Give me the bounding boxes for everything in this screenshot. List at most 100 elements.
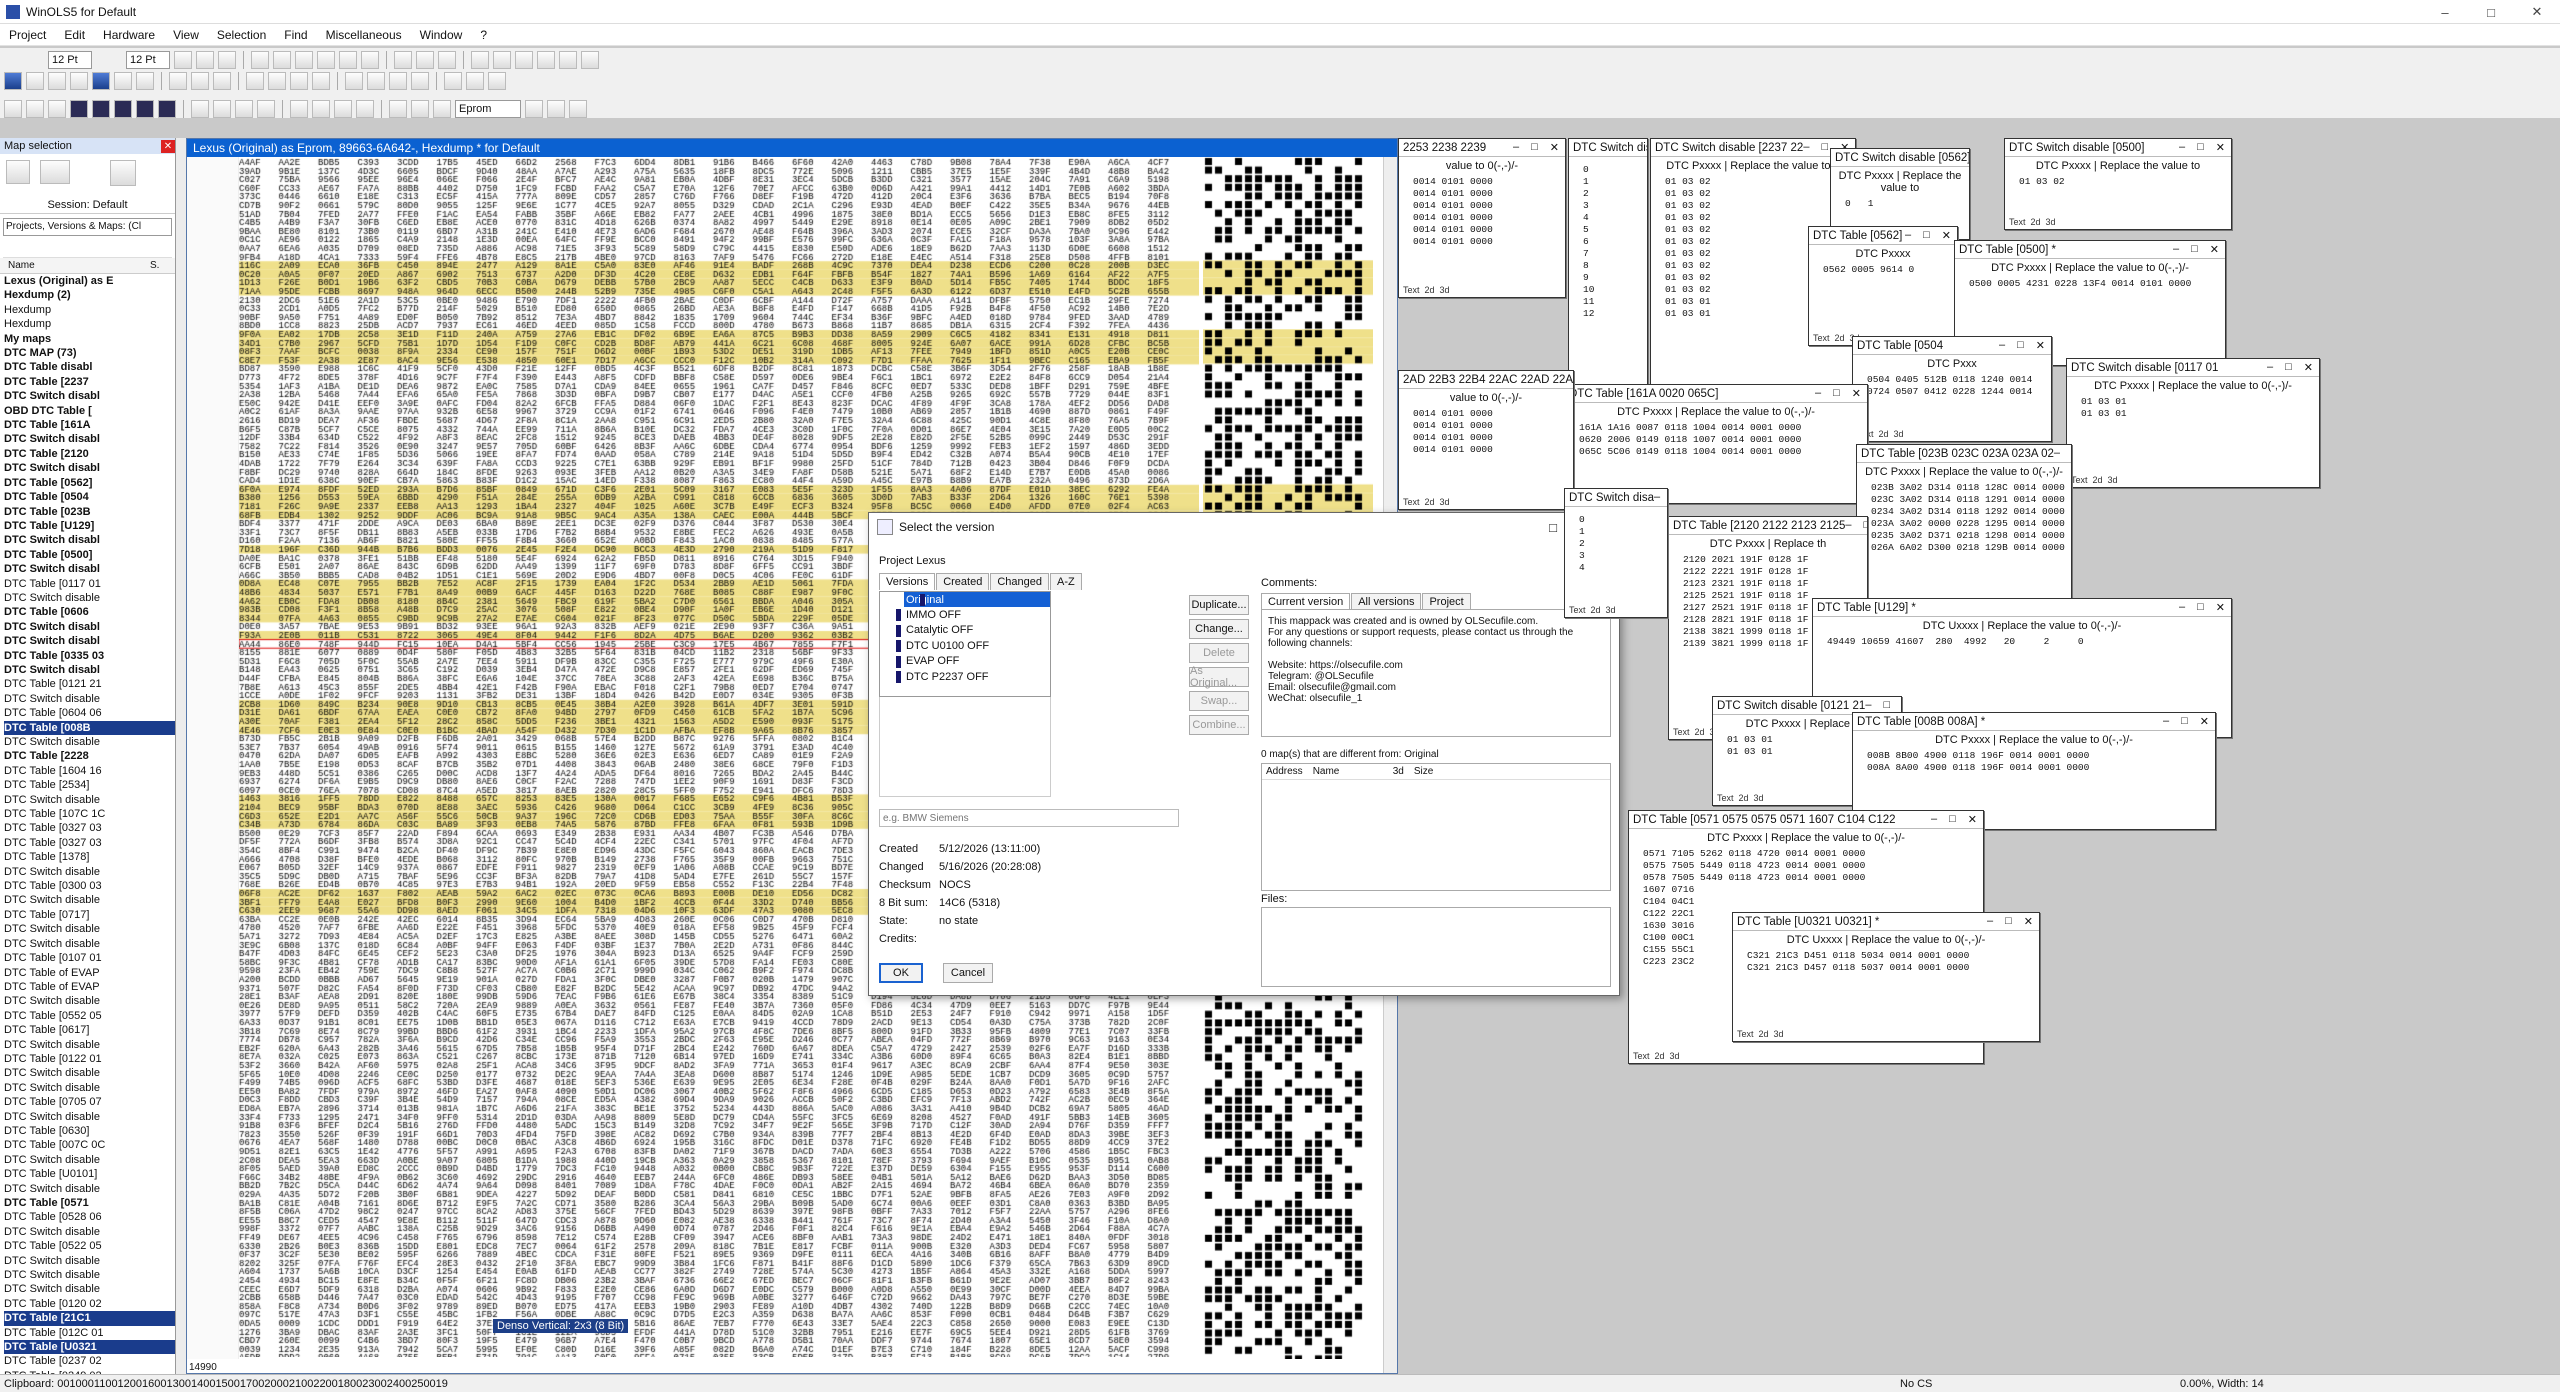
toolbar-button[interactable] xyxy=(136,72,154,90)
maximize-icon[interactable]: □ xyxy=(2468,0,2514,24)
toolbar-button[interactable] xyxy=(92,72,110,90)
toolbar-button[interactable] xyxy=(4,100,22,118)
toolbar-button[interactable] xyxy=(268,72,286,90)
dtc-row[interactable]: 0014 0101 0000 xyxy=(1413,188,1565,200)
version-item[interactable]: DTC P2237 OFF xyxy=(880,669,1050,685)
minimize-icon[interactable]: – xyxy=(2422,0,2468,24)
dtc-row[interactable]: 1607 0716 xyxy=(1643,884,1983,896)
dtc-row[interactable]: 9 xyxy=(1583,272,1647,284)
tree-item[interactable]: OBD DTC Table [ xyxy=(4,404,175,418)
eprom-select[interactable]: Eprom xyxy=(455,100,521,118)
dtc-row[interactable]: 01 03 01 xyxy=(2081,396,2319,408)
tree-item[interactable]: DTC Table [0122 01 xyxy=(4,1052,175,1066)
tree-item[interactable]: DTC Table [U0321 xyxy=(4,1340,175,1355)
menu-miscellaneous[interactable]: Miscellaneous xyxy=(317,28,411,42)
first-icon[interactable] xyxy=(70,100,88,118)
search-input[interactable] xyxy=(879,809,1179,827)
maximize-icon[interactable]: □ xyxy=(1833,387,1840,400)
tree-item[interactable]: DTC Table [0117 01 xyxy=(4,577,175,591)
font-size-select-1[interactable]: 12 Pt xyxy=(48,51,92,69)
dtc-window-titlebar[interactable]: DTC Switch disa–□✕ xyxy=(1565,489,1667,507)
minimize-icon[interactable]: – xyxy=(2179,601,2185,614)
toolbar-button[interactable] xyxy=(317,51,335,69)
ok-button[interactable]: OK xyxy=(879,963,923,983)
toolbar-button[interactable] xyxy=(70,72,88,90)
toolbar-button[interactable] xyxy=(389,100,407,118)
duplicate-button[interactable]: Duplicate... xyxy=(1189,595,1249,615)
toolbar-button[interactable] xyxy=(581,51,599,69)
toolbar-button[interactable] xyxy=(235,100,253,118)
minimize-icon[interactable]: – xyxy=(1865,699,1871,712)
dtc-row[interactable]: 0014 0101 0000 xyxy=(1413,236,1565,248)
dtc-row[interactable]: 4 xyxy=(1583,212,1647,224)
col-s[interactable]: S. xyxy=(150,260,159,271)
dtc-row[interactable]: 0014 0101 0000 xyxy=(1413,224,1565,236)
version-item[interactable]: IMMO OFF xyxy=(880,607,1050,623)
toolbar-button[interactable] xyxy=(345,72,363,90)
tree-item[interactable]: DTC Switch disable xyxy=(4,1282,175,1296)
maximize-icon[interactable]: □ xyxy=(1821,141,1828,154)
tree-item[interactable]: DTC Table [107C 1C xyxy=(4,807,175,821)
dtc-view-tabs[interactable]: Text 2d 3d xyxy=(2067,475,2118,487)
dtc-window-titlebar[interactable]: 2AD 22B3 22B4 22AC 22AD 22AE–□✕ xyxy=(1399,371,1573,389)
dtc-row[interactable]: 01 03 02 xyxy=(1665,188,1855,200)
minimize-icon[interactable]: – xyxy=(2054,447,2060,460)
tree-item[interactable]: DTC Table [0504 xyxy=(4,490,175,504)
dtc-window-titlebar[interactable]: 2253 2238 2239 – □ ✕ xyxy=(1399,139,1565,157)
toolbar-button[interactable] xyxy=(191,100,209,118)
dtc-row[interactable]: C104 04C1 xyxy=(1643,896,1983,908)
minimize-icon[interactable]: – xyxy=(1654,491,1660,504)
toolbar-button[interactable] xyxy=(394,51,412,69)
tree-item[interactable]: DTC Switch disabl xyxy=(4,663,175,677)
menu-edit[interactable]: Edit xyxy=(55,28,94,42)
swap-button[interactable]: Swap... xyxy=(1189,691,1249,711)
tree-item[interactable]: DTC Switch disabl xyxy=(4,432,175,446)
minimize-icon[interactable]: – xyxy=(1513,141,1519,154)
maximize-icon[interactable]: □ xyxy=(2005,915,2012,928)
close-icon[interactable]: ✕ xyxy=(161,139,175,153)
dtc-row[interactable]: 1 xyxy=(1583,176,1647,188)
minimize-icon[interactable]: – xyxy=(1803,141,1809,154)
close-icon[interactable]: ✕ xyxy=(2304,361,2313,374)
dtc-row[interactable]: 01 03 02 xyxy=(1665,212,1855,224)
dtc-row[interactable]: 1 xyxy=(1579,526,1667,538)
maximize-icon[interactable]: □ xyxy=(1531,141,1538,154)
toolbar-button[interactable] xyxy=(569,100,587,118)
toolbar-button[interactable] xyxy=(312,72,330,90)
toolbar-button[interactable] xyxy=(295,51,313,69)
tree-item[interactable]: DTC Table [0552 05 xyxy=(4,1009,175,1023)
dtc-row[interactable]: 4 xyxy=(1579,562,1667,574)
tree-item[interactable]: DTC Table [012C 01 xyxy=(4,1326,175,1340)
dtc-row[interactable]: 0014 0101 0000 xyxy=(1413,200,1565,212)
tree-item[interactable]: DTC Table [008B xyxy=(4,720,175,735)
dtc-view-tabs[interactable]: Text 2d 3d xyxy=(1565,605,1616,617)
maximize-icon[interactable]: □ xyxy=(1864,519,1867,532)
toolbar-button[interactable] xyxy=(312,100,330,118)
dtc-row[interactable]: 01 03 02 xyxy=(1665,176,1855,188)
tree-item[interactable]: DTC Table [0327 03 xyxy=(4,821,175,835)
tree-item[interactable]: DTC Table of EVAP xyxy=(4,980,175,994)
dtc-row[interactable]: 0571 7105 5262 0118 4720 0014 0001 0000 xyxy=(1643,848,1983,860)
toolbar-button[interactable] xyxy=(257,100,275,118)
dtc-view-tabs[interactable]: Text 2d 3d xyxy=(2005,217,2056,229)
close-icon[interactable]: ✕ xyxy=(2036,339,2045,352)
diff-col-name[interactable]: Name xyxy=(1313,766,1383,777)
dtc-row[interactable]: 2120 2021 191F 0128 1F xyxy=(1683,554,1867,566)
dtc-row[interactable]: 2122 2221 191F 0128 1F xyxy=(1683,566,1867,578)
tab-all-versions[interactable]: All versions xyxy=(1351,593,1422,610)
dtc-row[interactable]: 3 xyxy=(1583,200,1647,212)
tree-item[interactable]: DTC Switch disable xyxy=(4,692,175,706)
tree-item[interactable]: DTC Table [0121 21 xyxy=(4,677,175,691)
diff-table[interactable]: Address Name 3d Size xyxy=(1261,763,1611,891)
dtc-row[interactable]: 3 xyxy=(1579,550,1667,562)
tree-item[interactable]: DTC Switch disable xyxy=(4,1268,175,1282)
toolbar-button[interactable] xyxy=(537,51,555,69)
close-icon[interactable]: ✕ xyxy=(2210,243,2219,256)
last-icon[interactable] xyxy=(158,100,176,118)
tree-item[interactable]: DTC Table [0107 01 xyxy=(4,951,175,965)
tree-item[interactable]: DTC Table [0237 02 xyxy=(4,1354,175,1368)
settings-icon[interactable] xyxy=(110,160,136,186)
maximize-icon[interactable]: □ xyxy=(2181,715,2188,728)
new-icon[interactable] xyxy=(6,160,30,184)
tree-item[interactable]: DTC Table [0717] xyxy=(4,908,175,922)
